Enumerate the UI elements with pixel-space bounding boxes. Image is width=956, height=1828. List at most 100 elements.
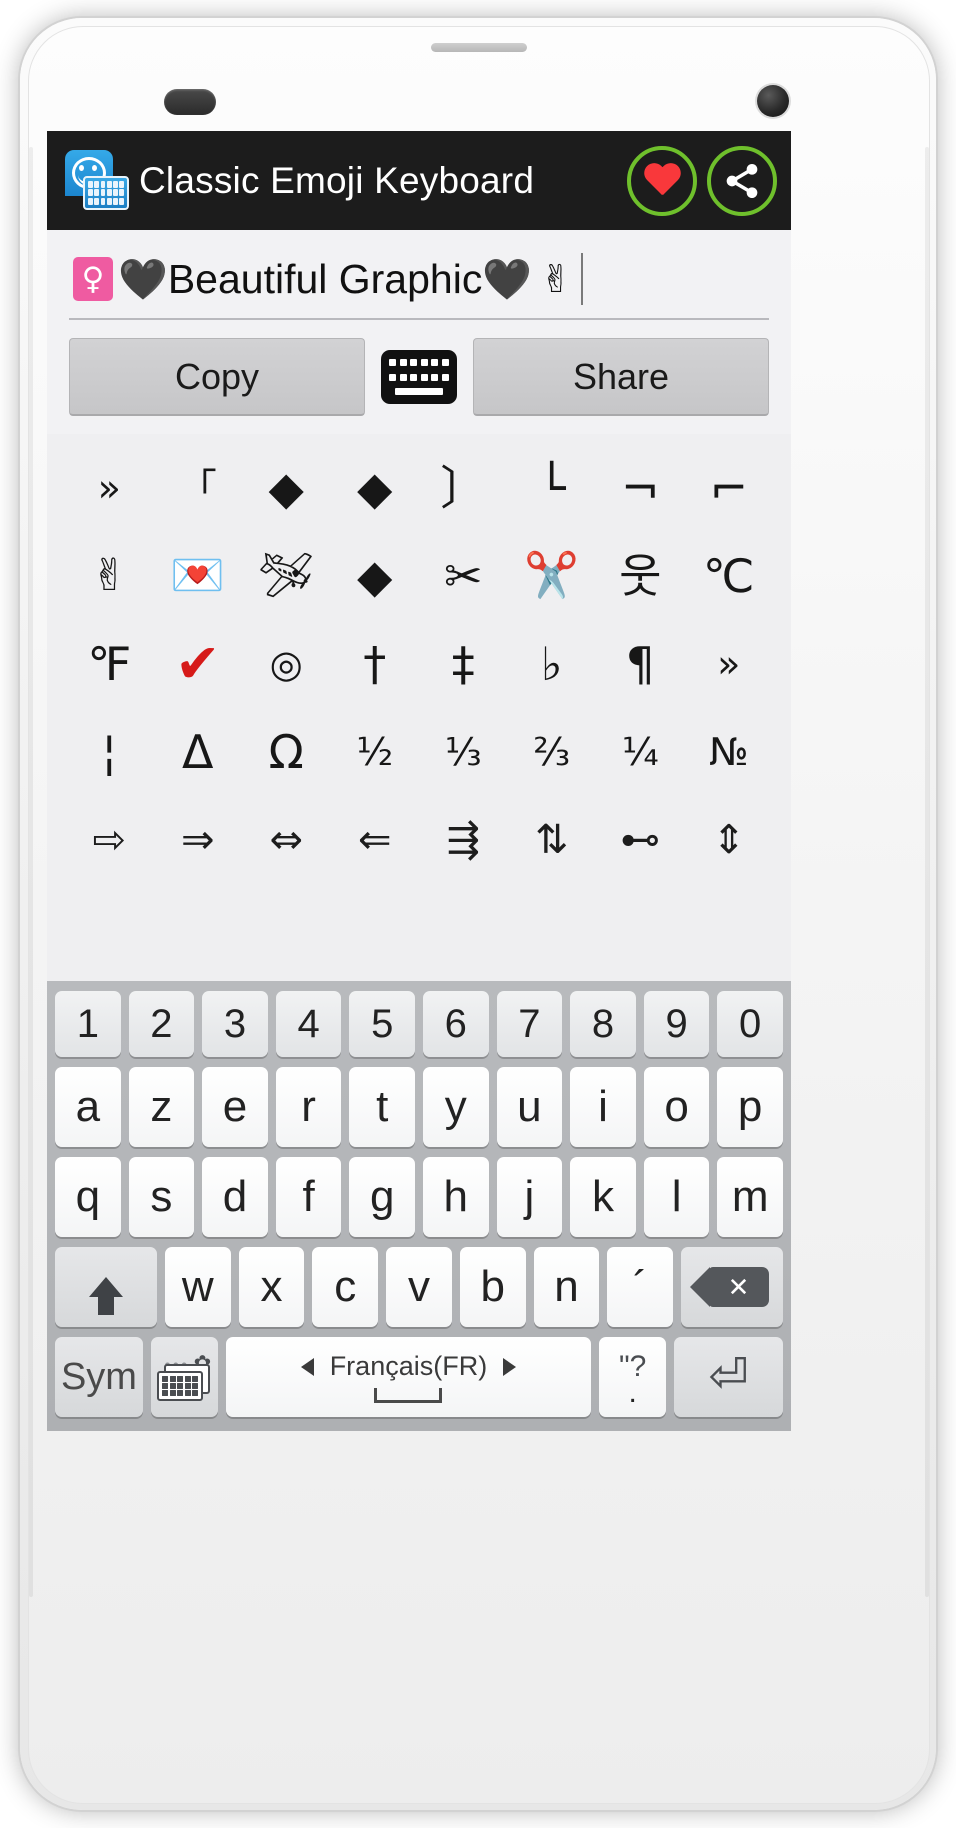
share-text-button[interactable]: Share [473, 338, 769, 416]
key-a[interactable]: a [55, 1067, 121, 1147]
symbol-key-numero-sign[interactable]: № [685, 733, 774, 771]
symbol-key-degree-fahrenheit[interactable]: ℉ [65, 641, 154, 687]
symbol-key-two-thirds[interactable]: ⅔ [508, 733, 597, 771]
key-9[interactable]: 9 [643, 991, 710, 1057]
keyboard-toggle-button[interactable] [365, 350, 473, 404]
key-w[interactable]: w [164, 1247, 231, 1327]
key-2[interactable]: 2 [128, 991, 195, 1057]
action-bar: Copy Share [47, 326, 791, 434]
symbol-key-arrow-left-double[interactable]: ⇐ [331, 820, 420, 860]
key-x[interactable]: x [238, 1247, 305, 1327]
symbol-key-unknown-glyph-1[interactable]: ◆ [242, 465, 331, 511]
symbol-key-love-letter-emoji[interactable]: 💌 [154, 554, 243, 598]
symbol-key-greek-delta[interactable]: Δ [154, 729, 243, 775]
symbol-key-double-dagger[interactable]: ‡ [419, 641, 508, 687]
key-i[interactable]: i [570, 1067, 636, 1147]
symbol-key-box-corner-up-right[interactable]: └ [508, 465, 597, 511]
symbol-key-scissors-black[interactable]: ✂ [419, 553, 508, 599]
key-l[interactable]: l [643, 1157, 710, 1237]
symbol-key-arrow-right-double[interactable]: ⇒ [154, 820, 243, 860]
symbol-key-arrow-up-down-pair[interactable]: ⇅ [508, 820, 597, 860]
key-d[interactable]: d [202, 1157, 268, 1237]
symbol-key-victory-hand-emoji[interactable]: ✌ [65, 554, 154, 598]
space-key[interactable]: Français(FR) [225, 1337, 592, 1417]
symbol-key-arrow-triple-right[interactable]: ⇶ [419, 820, 508, 860]
symbol-key-music-flat[interactable]: ♭ [508, 641, 597, 687]
symbol-key-dagger[interactable]: † [331, 641, 420, 687]
key-h[interactable]: h [423, 1157, 489, 1237]
key-c[interactable]: c [312, 1247, 379, 1327]
emoji-text-input[interactable]: ♀ 🖤 Beautiful Graphic 🖤 ✌ [69, 246, 769, 320]
symbol-key-one-half[interactable]: ½ [331, 733, 420, 771]
symbol-key-one-third[interactable]: ⅓ [419, 733, 508, 771]
key-u[interactable]: u [496, 1067, 563, 1147]
key-z[interactable]: z [128, 1067, 195, 1147]
key-o[interactable]: o [643, 1067, 710, 1147]
copy-button[interactable]: Copy [69, 338, 365, 416]
punctuation-key[interactable]: "? . [599, 1337, 667, 1417]
screenshot-root: Classic Emoji Keyboard ♀ 🖤 Beautiful Gra… [0, 0, 956, 1828]
enter-key[interactable]: ⏎ [674, 1337, 783, 1417]
key-0[interactable]: 0 [717, 991, 783, 1057]
symbol-key-tortoise-bracket-right[interactable]: 〕 [419, 465, 508, 511]
symbol-key-greek-omega[interactable]: Ω [242, 729, 331, 775]
phone-device: Classic Emoji Keyboard ♀ 🖤 Beautiful Gra… [20, 18, 936, 1810]
symbol-key-arrow-right-outline[interactable]: ⇨ [65, 820, 154, 860]
sym-key[interactable]: Sym [55, 1337, 143, 1417]
key-j[interactable]: j [496, 1157, 563, 1237]
symbol-key-unknown-glyph-3[interactable]: ◆ [331, 553, 420, 599]
symbol-key-double-right-angle-quote[interactable]: » [65, 469, 154, 507]
key-3[interactable]: 3 [202, 991, 268, 1057]
triangle-left-icon[interactable] [300, 1357, 314, 1376]
key-7[interactable]: 7 [496, 991, 563, 1057]
symbol-key-unknown-glyph-2[interactable]: ◆ [331, 465, 420, 511]
key-r[interactable]: r [275, 1067, 342, 1147]
symbol-key-not-sign[interactable]: ¬ [596, 465, 685, 511]
key-s[interactable]: s [128, 1157, 195, 1237]
key-apostrophe[interactable]: ´ [607, 1247, 674, 1327]
key-4[interactable]: 4 [275, 991, 342, 1057]
shift-key[interactable] [54, 1247, 157, 1327]
key-y[interactable]: y [423, 1067, 489, 1147]
symbol-key-reversed-not-sign[interactable]: ⌐ [685, 465, 774, 511]
key-n[interactable]: n [533, 1247, 600, 1327]
bezel-right [925, 147, 929, 1597]
triangle-right-icon[interactable] [503, 1357, 517, 1376]
symbol-row: ✌ 💌 🛩 ◆ ✂ ✂️ 웃 ℃ [65, 532, 773, 620]
symbol-key-bullseye[interactable]: ◎ [242, 645, 331, 683]
symbol-key-arrow-up-down-double[interactable]: ⇕ [685, 820, 774, 860]
keyboard-settings-key[interactable]: ••• ✿ [150, 1337, 218, 1417]
key-m[interactable]: m [717, 1157, 783, 1237]
key-q[interactable]: q [55, 1157, 121, 1237]
backspace-key[interactable]: ✕ [681, 1247, 784, 1327]
favorite-button[interactable] [627, 145, 697, 216]
symbol-key-hangul-person[interactable]: 웃 [596, 553, 685, 599]
keyboard-row-numbers: 1 2 3 4 5 6 7 8 9 0 [55, 991, 783, 1057]
earpiece-speaker [431, 43, 527, 52]
symbol-key-pilcrow[interactable]: ¶ [596, 641, 685, 687]
symbol-key-degree-celsius[interactable]: ℃ [685, 553, 774, 599]
keyboard-row-function: Sym ••• ✿ [55, 1337, 783, 1417]
symbol-key-broken-bar[interactable]: ¦ [65, 729, 154, 775]
key-8[interactable]: 8 [570, 991, 636, 1057]
key-k[interactable]: k [570, 1157, 636, 1237]
symbol-key-check-mark-red[interactable]: ✔ [154, 637, 243, 691]
key-1[interactable]: 1 [55, 991, 121, 1057]
symbol-key-scissors-emoji[interactable]: ✂️ [508, 554, 597, 598]
share-button[interactable] [707, 145, 777, 216]
symbol-key-corner-bracket-left[interactable]: 「 [154, 469, 243, 507]
symbol-key-one-quarter[interactable]: ¼ [596, 733, 685, 771]
symbol-key-arrow-bar-right[interactable]: ⊷ [596, 820, 685, 860]
symbol-key-double-right-angle-quote-2[interactable]: » [685, 645, 774, 683]
key-v[interactable]: v [386, 1247, 452, 1327]
key-b[interactable]: b [459, 1247, 526, 1327]
key-6[interactable]: 6 [423, 991, 489, 1057]
key-t[interactable]: t [349, 1067, 415, 1147]
symbol-key-airplane-emoji[interactable]: 🛩 [242, 554, 331, 598]
key-p[interactable]: p [717, 1067, 783, 1147]
key-e[interactable]: e [202, 1067, 268, 1147]
key-5[interactable]: 5 [349, 991, 415, 1057]
key-g[interactable]: g [349, 1157, 415, 1237]
key-f[interactable]: f [275, 1157, 342, 1237]
symbol-key-arrow-left-right-double[interactable]: ⇔ [242, 820, 331, 860]
